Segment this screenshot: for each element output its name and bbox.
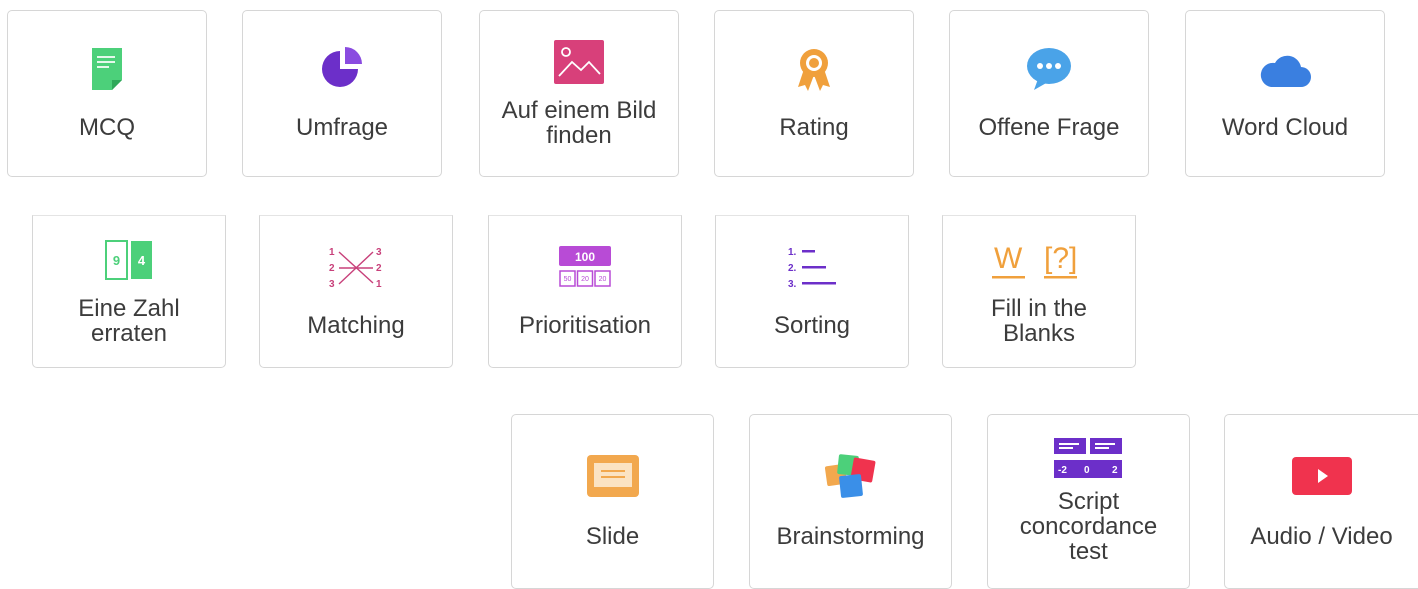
sort-num-3: 3. (788, 279, 797, 289)
fill-placeholder: [?] (1044, 242, 1077, 275)
image-icon (554, 39, 604, 84)
ordered-list-icon: 1. 2. 3. (786, 245, 838, 289)
card-left-number: 9 (113, 253, 120, 268)
match-right-2: 2 (376, 263, 382, 274)
scale-min: -2 (1058, 465, 1067, 476)
tile-label: Prioritisation (518, 312, 652, 339)
prio-total: 100 (575, 250, 595, 264)
match-right-1: 3 (376, 247, 382, 258)
tile-label: Script concordance test (1019, 488, 1158, 565)
matching-icon: 1 2 3 3 2 1 (327, 245, 385, 289)
scale-icon: -2 0 2 (1053, 438, 1124, 479)
points-allocation-icon: 100 50 20 20 (559, 245, 611, 289)
sort-num-1: 1. (788, 247, 797, 258)
card-right-number: 4 (138, 253, 146, 268)
tile-audio-video[interactable]: Audio / Video (1224, 414, 1418, 589)
tile-umfrage[interactable]: Umfrage (242, 10, 442, 177)
tile-label: Matching (307, 312, 405, 339)
tile-label: Offene Frage (978, 114, 1120, 141)
match-left-1: 1 (329, 247, 335, 258)
tile-label: Sorting (773, 312, 851, 339)
tile-label: Audio / Video (1250, 523, 1393, 550)
tile-label: Slide (585, 523, 640, 550)
tile-label: Rating (779, 114, 849, 141)
fill-blank-icon: W [?] (992, 238, 1086, 282)
fill-letter: W (994, 242, 1023, 275)
tile-label: Umfrage (295, 114, 389, 141)
document-icon (90, 47, 124, 91)
award-ribbon-icon (794, 47, 834, 91)
tile-offene-frage[interactable]: Offene Frage (949, 10, 1149, 177)
tile-mcq[interactable]: MCQ (7, 10, 207, 177)
tile-prioritisation[interactable]: 100 50 20 20 Prioritisation (488, 215, 682, 368)
prio-cell-3: 20 (599, 276, 607, 283)
play-icon (1291, 454, 1352, 498)
cloud-icon (1259, 47, 1311, 91)
tile-brainstorming[interactable]: Brainstorming (749, 414, 952, 589)
match-right-3: 1 (376, 279, 382, 289)
tile-matching[interactable]: 1 2 3 3 2 1 Matching (259, 215, 453, 368)
sticky-notes-icon (824, 454, 878, 498)
tile-label: MCQ (79, 114, 135, 141)
tile-label: Auf einem Bild finden (501, 96, 657, 149)
tile-script-concordance-test[interactable]: -2 0 2 Script concordance test (987, 414, 1190, 589)
tile-sorting[interactable]: 1. 2. 3. Sorting (715, 215, 909, 368)
tile-label: Fill in the Blanks (990, 294, 1088, 347)
tile-word-cloud[interactable]: Word Cloud (1185, 10, 1385, 177)
tile-fill-in-the-blanks[interactable]: W [?] Fill in the Blanks (942, 215, 1136, 368)
tile-auf-einem-bild[interactable]: Auf einem Bild finden (479, 10, 679, 177)
match-left-3: 3 (329, 279, 335, 289)
speech-bubble-icon (1026, 47, 1072, 91)
tile-rating[interactable]: Rating (714, 10, 914, 177)
prio-cell-1: 50 (564, 276, 572, 283)
scale-mid: 0 (1084, 465, 1090, 476)
number-cards-icon: 9 4 (104, 238, 154, 282)
prio-cell-2: 20 (581, 276, 589, 283)
tile-eine-zahl-erraten[interactable]: 9 4 Eine Zahl erraten (32, 215, 226, 368)
scale-max: 2 (1112, 465, 1118, 476)
tile-label: Brainstorming (776, 523, 925, 550)
match-left-2: 2 (329, 263, 335, 274)
pie-chart-icon (320, 47, 364, 91)
tile-slide[interactable]: Slide (511, 414, 714, 589)
sort-num-2: 2. (788, 263, 797, 274)
tile-label: Word Cloud (1221, 114, 1349, 141)
tile-label: Eine Zahl erraten (78, 294, 180, 347)
slide-icon (586, 454, 640, 498)
